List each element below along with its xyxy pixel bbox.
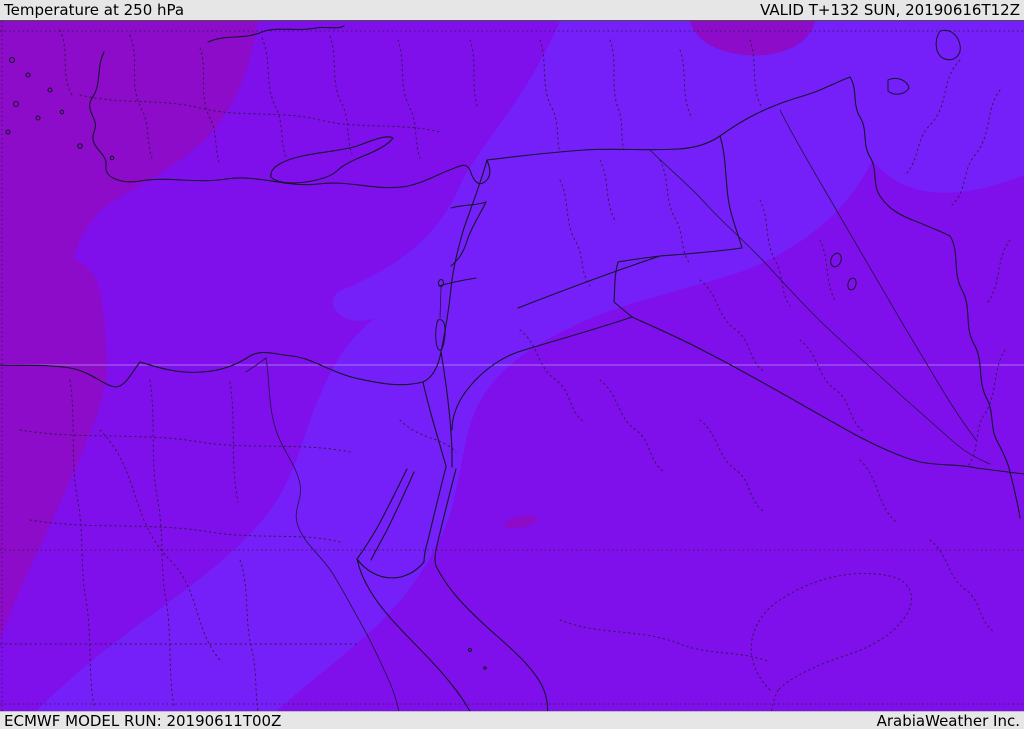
map-title: Temperature at 250 hPa bbox=[4, 0, 185, 19]
brand-label: ArabiaWeather Inc. bbox=[876, 711, 1020, 729]
model-run-label: ECMWF MODEL RUN: 20190611T00Z bbox=[4, 711, 282, 729]
weather-map bbox=[0, 21, 1024, 711]
header-bar: Temperature at 250 hPa VALID T+132 SUN, … bbox=[0, 0, 1024, 21]
footer-bar: ECMWF MODEL RUN: 20190611T00Z ArabiaWeat… bbox=[0, 711, 1024, 729]
map-canvas bbox=[0, 21, 1024, 711]
weather-map-viewer: Temperature at 250 hPa VALID T+132 SUN, … bbox=[0, 0, 1024, 729]
valid-time-label: VALID T+132 SUN, 20190616T12Z bbox=[760, 0, 1020, 19]
